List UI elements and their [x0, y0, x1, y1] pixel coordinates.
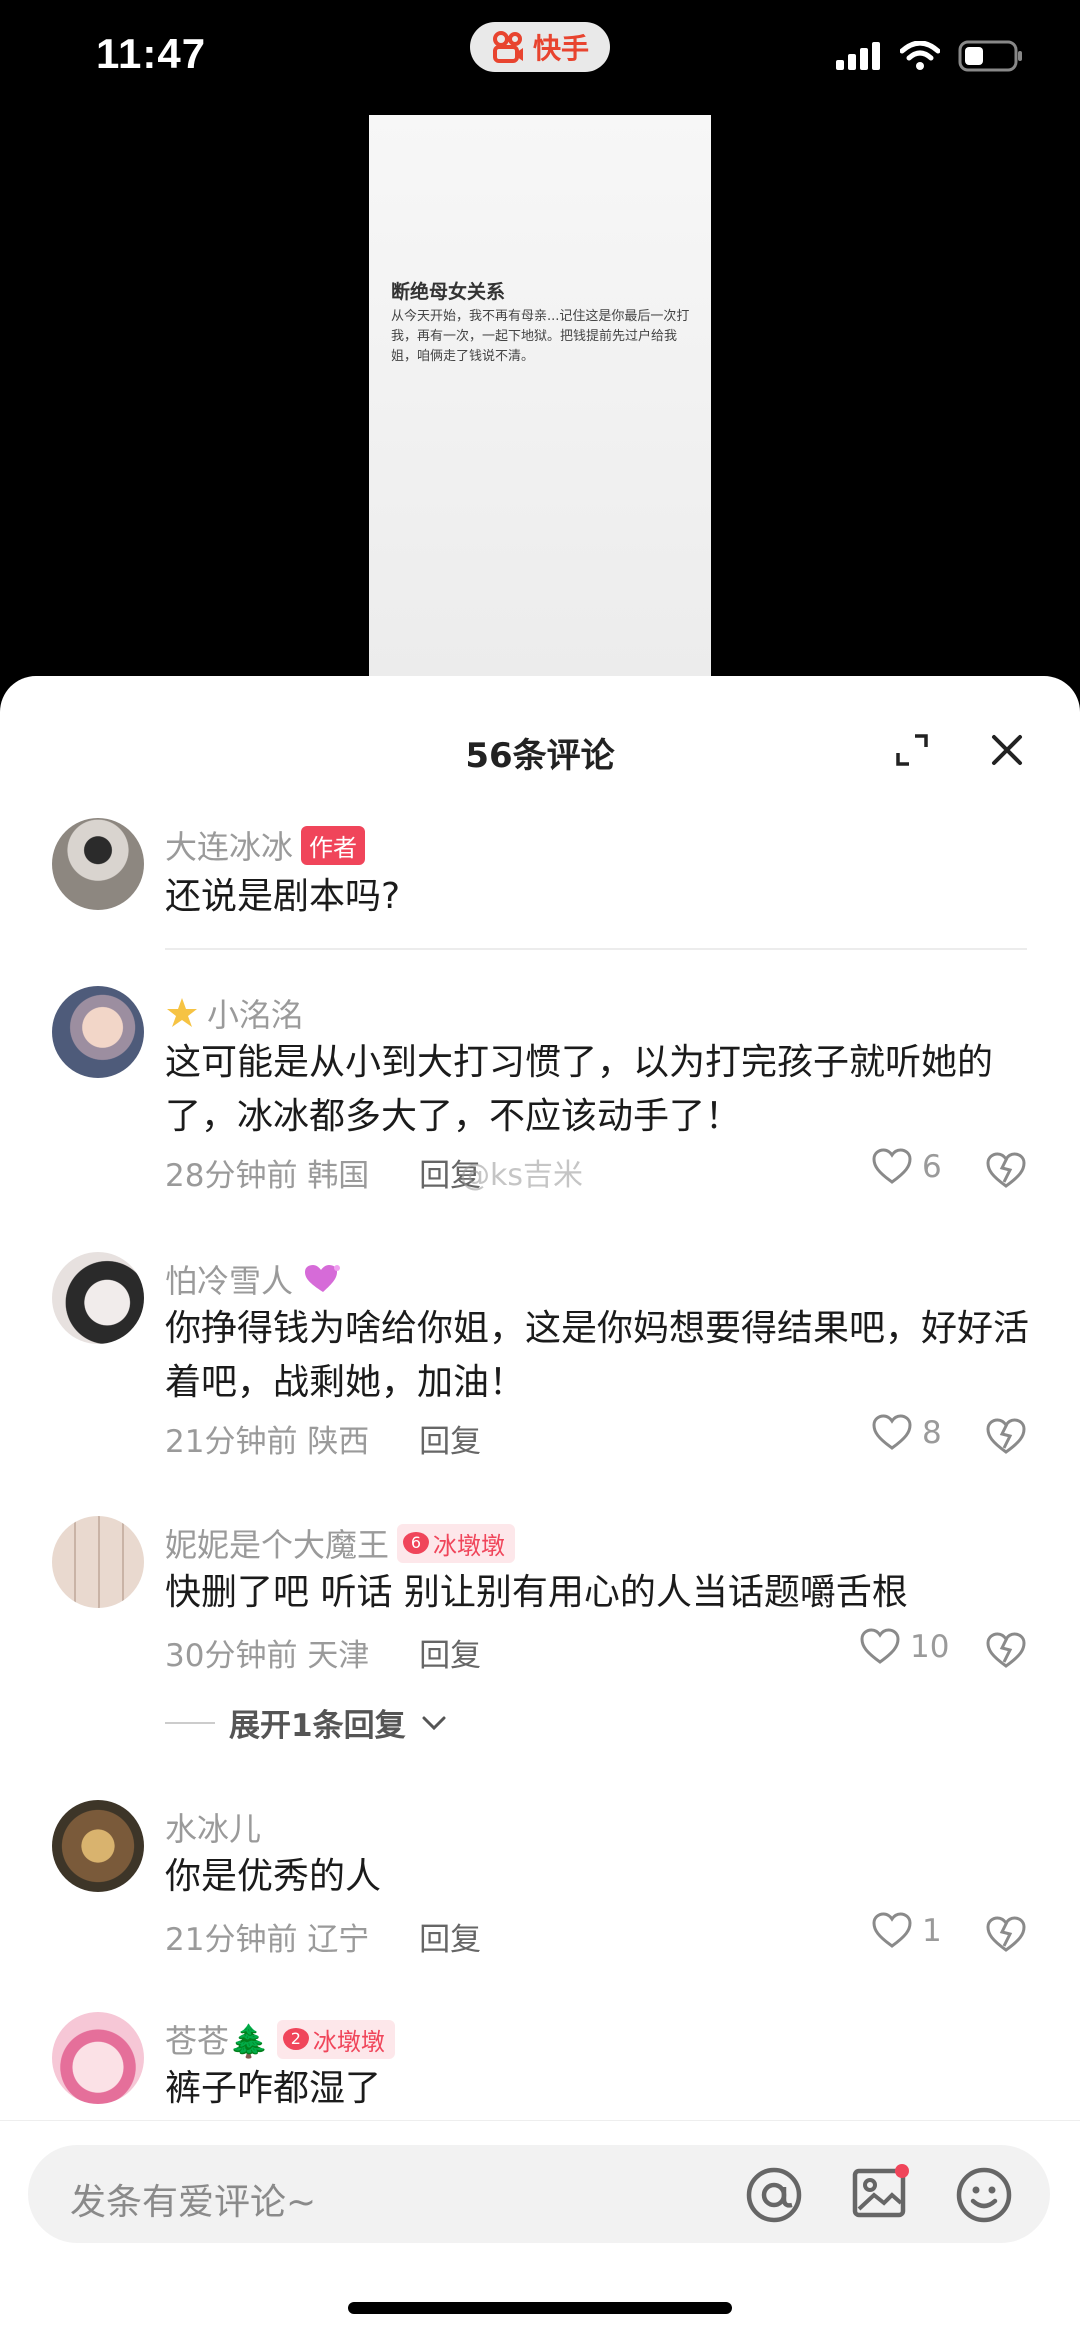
- avatar[interactable]: [52, 818, 144, 910]
- comment-item: 小洺洺 这可能是从小到大打习惯了，以为打完孩子就听她的了，冰冰都多大了，不应该动…: [0, 986, 1080, 1236]
- at-icon[interactable]: [744, 2165, 804, 2225]
- comment-meta: 30分钟前 天津 回复: [165, 1630, 481, 1675]
- like-button[interactable]: 8: [872, 1414, 942, 1452]
- post-image-title: 断绝母女关系: [391, 281, 506, 303]
- comment-time: 21分钟前: [165, 1922, 298, 1958]
- signal-icon: [836, 42, 880, 70]
- status-bar: 11:47 快手: [0, 0, 1080, 110]
- expand-replies-label: 展开1条回复: [229, 1708, 406, 1744]
- comment-item: 怕冷雪人 你挣得钱为啥给你姐，这是你妈想要得结果吧，好好活着吧，战剩她，加油！ …: [0, 1252, 1080, 1502]
- expand-replies-button[interactable]: 展开1条回复: [165, 1700, 448, 1745]
- fan-level: 2: [282, 2028, 309, 2050]
- comment-author[interactable]: 怕冷雪人: [165, 1256, 343, 1302]
- comment-author[interactable]: 大连冰冰 作者: [165, 822, 366, 868]
- comment-time: 28分钟前: [165, 1158, 298, 1194]
- comment-meta: 21分钟前 辽宁 回复: [165, 1914, 481, 1959]
- avatar[interactable]: [52, 2012, 144, 2104]
- fan-badge-label: 冰墩墩: [312, 2027, 385, 2056]
- comment-author-name: 苍苍🌲: [165, 2022, 269, 2060]
- dislike-icon[interactable]: [985, 1914, 1027, 1954]
- watermark: @ks吉米: [460, 1158, 584, 1193]
- comment-text[interactable]: 这可能是从小到大打习惯了，以为打完孩子就听她的了，冰冰都多大了，不应该动手了！: [165, 1036, 1035, 1144]
- app-indicator[interactable]: 快手: [470, 22, 610, 72]
- comment-text[interactable]: 你挣得钱为啥给你姐，这是你妈想要得结果吧，好好活着吧，战剩她，加油！: [165, 1302, 1035, 1410]
- comment-text[interactable]: 裤子咋都湿了: [165, 2062, 1035, 2116]
- app-name: 快手: [532, 32, 589, 65]
- reply-button[interactable]: 回复: [419, 1424, 481, 1460]
- comment-author-name: 大连冰冰: [165, 828, 294, 866]
- comment-item: 妮妮是个大魔王 6 冰墩墩 快删了吧 听话 别让别有用心的人当话题嚼舌根 30分…: [0, 1516, 1080, 1816]
- author-badge: 作者: [301, 825, 366, 865]
- heart-icon: [860, 1628, 900, 1664]
- comment-input[interactable]: 发条有爱评论~: [28, 2145, 1050, 2243]
- fan-badge: 2 冰墩墩: [276, 2019, 395, 2059]
- like-button[interactable]: 1: [872, 1912, 942, 1950]
- heart-icon: [872, 1912, 912, 1948]
- avatar[interactable]: [52, 1516, 144, 1608]
- comment-author-name: 妮妮是个大魔王: [165, 1526, 390, 1564]
- comment-author[interactable]: 小洺洺: [165, 990, 303, 1036]
- comment-input-placeholder: 发条有爱评论~: [70, 2182, 317, 2223]
- battery-icon: [958, 40, 1022, 72]
- emoji-icon[interactable]: [954, 2165, 1014, 2225]
- expand-icon[interactable]: [895, 733, 929, 767]
- comment-location: 韩国: [307, 1158, 370, 1194]
- divider: [165, 948, 1027, 950]
- avatar[interactable]: [52, 1800, 144, 1892]
- like-button[interactable]: 10: [860, 1628, 949, 1666]
- hearts-badge-icon: [305, 1265, 341, 1292]
- dislike-icon[interactable]: [985, 1630, 1027, 1670]
- like-button[interactable]: 6: [872, 1148, 942, 1186]
- chevron-down-icon: [422, 1716, 446, 1730]
- avatar[interactable]: [52, 986, 144, 1078]
- home-indicator: [348, 2302, 732, 2314]
- like-count: 8: [922, 1415, 942, 1451]
- comment-author[interactable]: 水冰儿: [165, 1804, 261, 1850]
- comment-time: 30分钟前: [165, 1638, 298, 1674]
- expand-line: [165, 1721, 215, 1724]
- comment-author-name: 怕冷雪人: [165, 1262, 294, 1300]
- post-image[interactable]: 断绝母女关系 从今天开始，我不再有母亲...记住这是你最后一次打我，再有一次，一…: [369, 115, 711, 685]
- comment-item: 水冰儿 你是优秀的人 21分钟前 辽宁 回复 1: [0, 1800, 1080, 2000]
- image-icon[interactable]: [850, 2163, 910, 2223]
- comment-item: 大连冰冰 作者 还说是剧本吗?: [0, 818, 1080, 928]
- heart-icon: [872, 1148, 912, 1184]
- like-count: 1: [922, 1913, 942, 1949]
- comment-time: 21分钟前: [165, 1424, 298, 1460]
- reply-button[interactable]: 回复: [419, 1922, 481, 1958]
- kuaishou-logo-icon: [492, 31, 523, 63]
- comment-location: 天津: [307, 1638, 370, 1674]
- comment-author-name: 小洺洺: [207, 996, 304, 1034]
- fan-badge-label: 冰墩墩: [433, 1531, 506, 1560]
- comment-meta: 28分钟前 韩国 回复: [165, 1150, 481, 1195]
- comment-location: 辽宁: [307, 1922, 370, 1958]
- comment-author-name: 水冰儿: [165, 1810, 262, 1848]
- fan-badge: 6 冰墩墩: [397, 1523, 516, 1563]
- comment-location: 陕西: [307, 1424, 370, 1460]
- avatar[interactable]: [52, 1252, 144, 1344]
- comment-meta: 21分钟前 陕西 回复: [165, 1416, 481, 1461]
- fan-level: 6: [403, 1532, 430, 1554]
- reply-button[interactable]: 回复: [419, 1638, 481, 1674]
- like-count: 10: [910, 1629, 950, 1665]
- comment-author[interactable]: 苍苍🌲 2 冰墩墩: [165, 2016, 395, 2062]
- comment-author[interactable]: 妮妮是个大魔王 6 冰墩墩: [165, 1520, 516, 1566]
- comment-text[interactable]: 你是优秀的人: [165, 1850, 1035, 1904]
- post-image-text: 从今天开始，我不再有母亲...记住这是你最后一次打我，再有一次，一起下地狱。把钱…: [391, 309, 690, 364]
- comment-sheet: 56条评论 大连冰冰 作者 还说是剧本吗? 小洺洺 这可能是从小到大打习惯了，以…: [0, 676, 1080, 2338]
- status-icons: [836, 40, 1024, 72]
- dislike-icon[interactable]: [985, 1150, 1027, 1190]
- wifi-icon: [900, 41, 940, 70]
- comment-item: 苍苍🌲 2 冰墩墩 裤子咋都湿了: [0, 2012, 1080, 2112]
- comment-sheet-header: 56条评论: [0, 676, 1080, 796]
- status-time: 11:47: [96, 30, 207, 77]
- dislike-icon[interactable]: [985, 1416, 1027, 1456]
- like-count: 6: [922, 1149, 942, 1185]
- heart-icon: [872, 1414, 912, 1450]
- star-badge-icon: [167, 998, 197, 1027]
- comment-text[interactable]: 快删了吧 听话 别让别有用心的人当话题嚼舌根: [165, 1566, 1035, 1620]
- close-icon[interactable]: [990, 733, 1024, 767]
- comment-text[interactable]: 还说是剧本吗?: [165, 870, 1035, 924]
